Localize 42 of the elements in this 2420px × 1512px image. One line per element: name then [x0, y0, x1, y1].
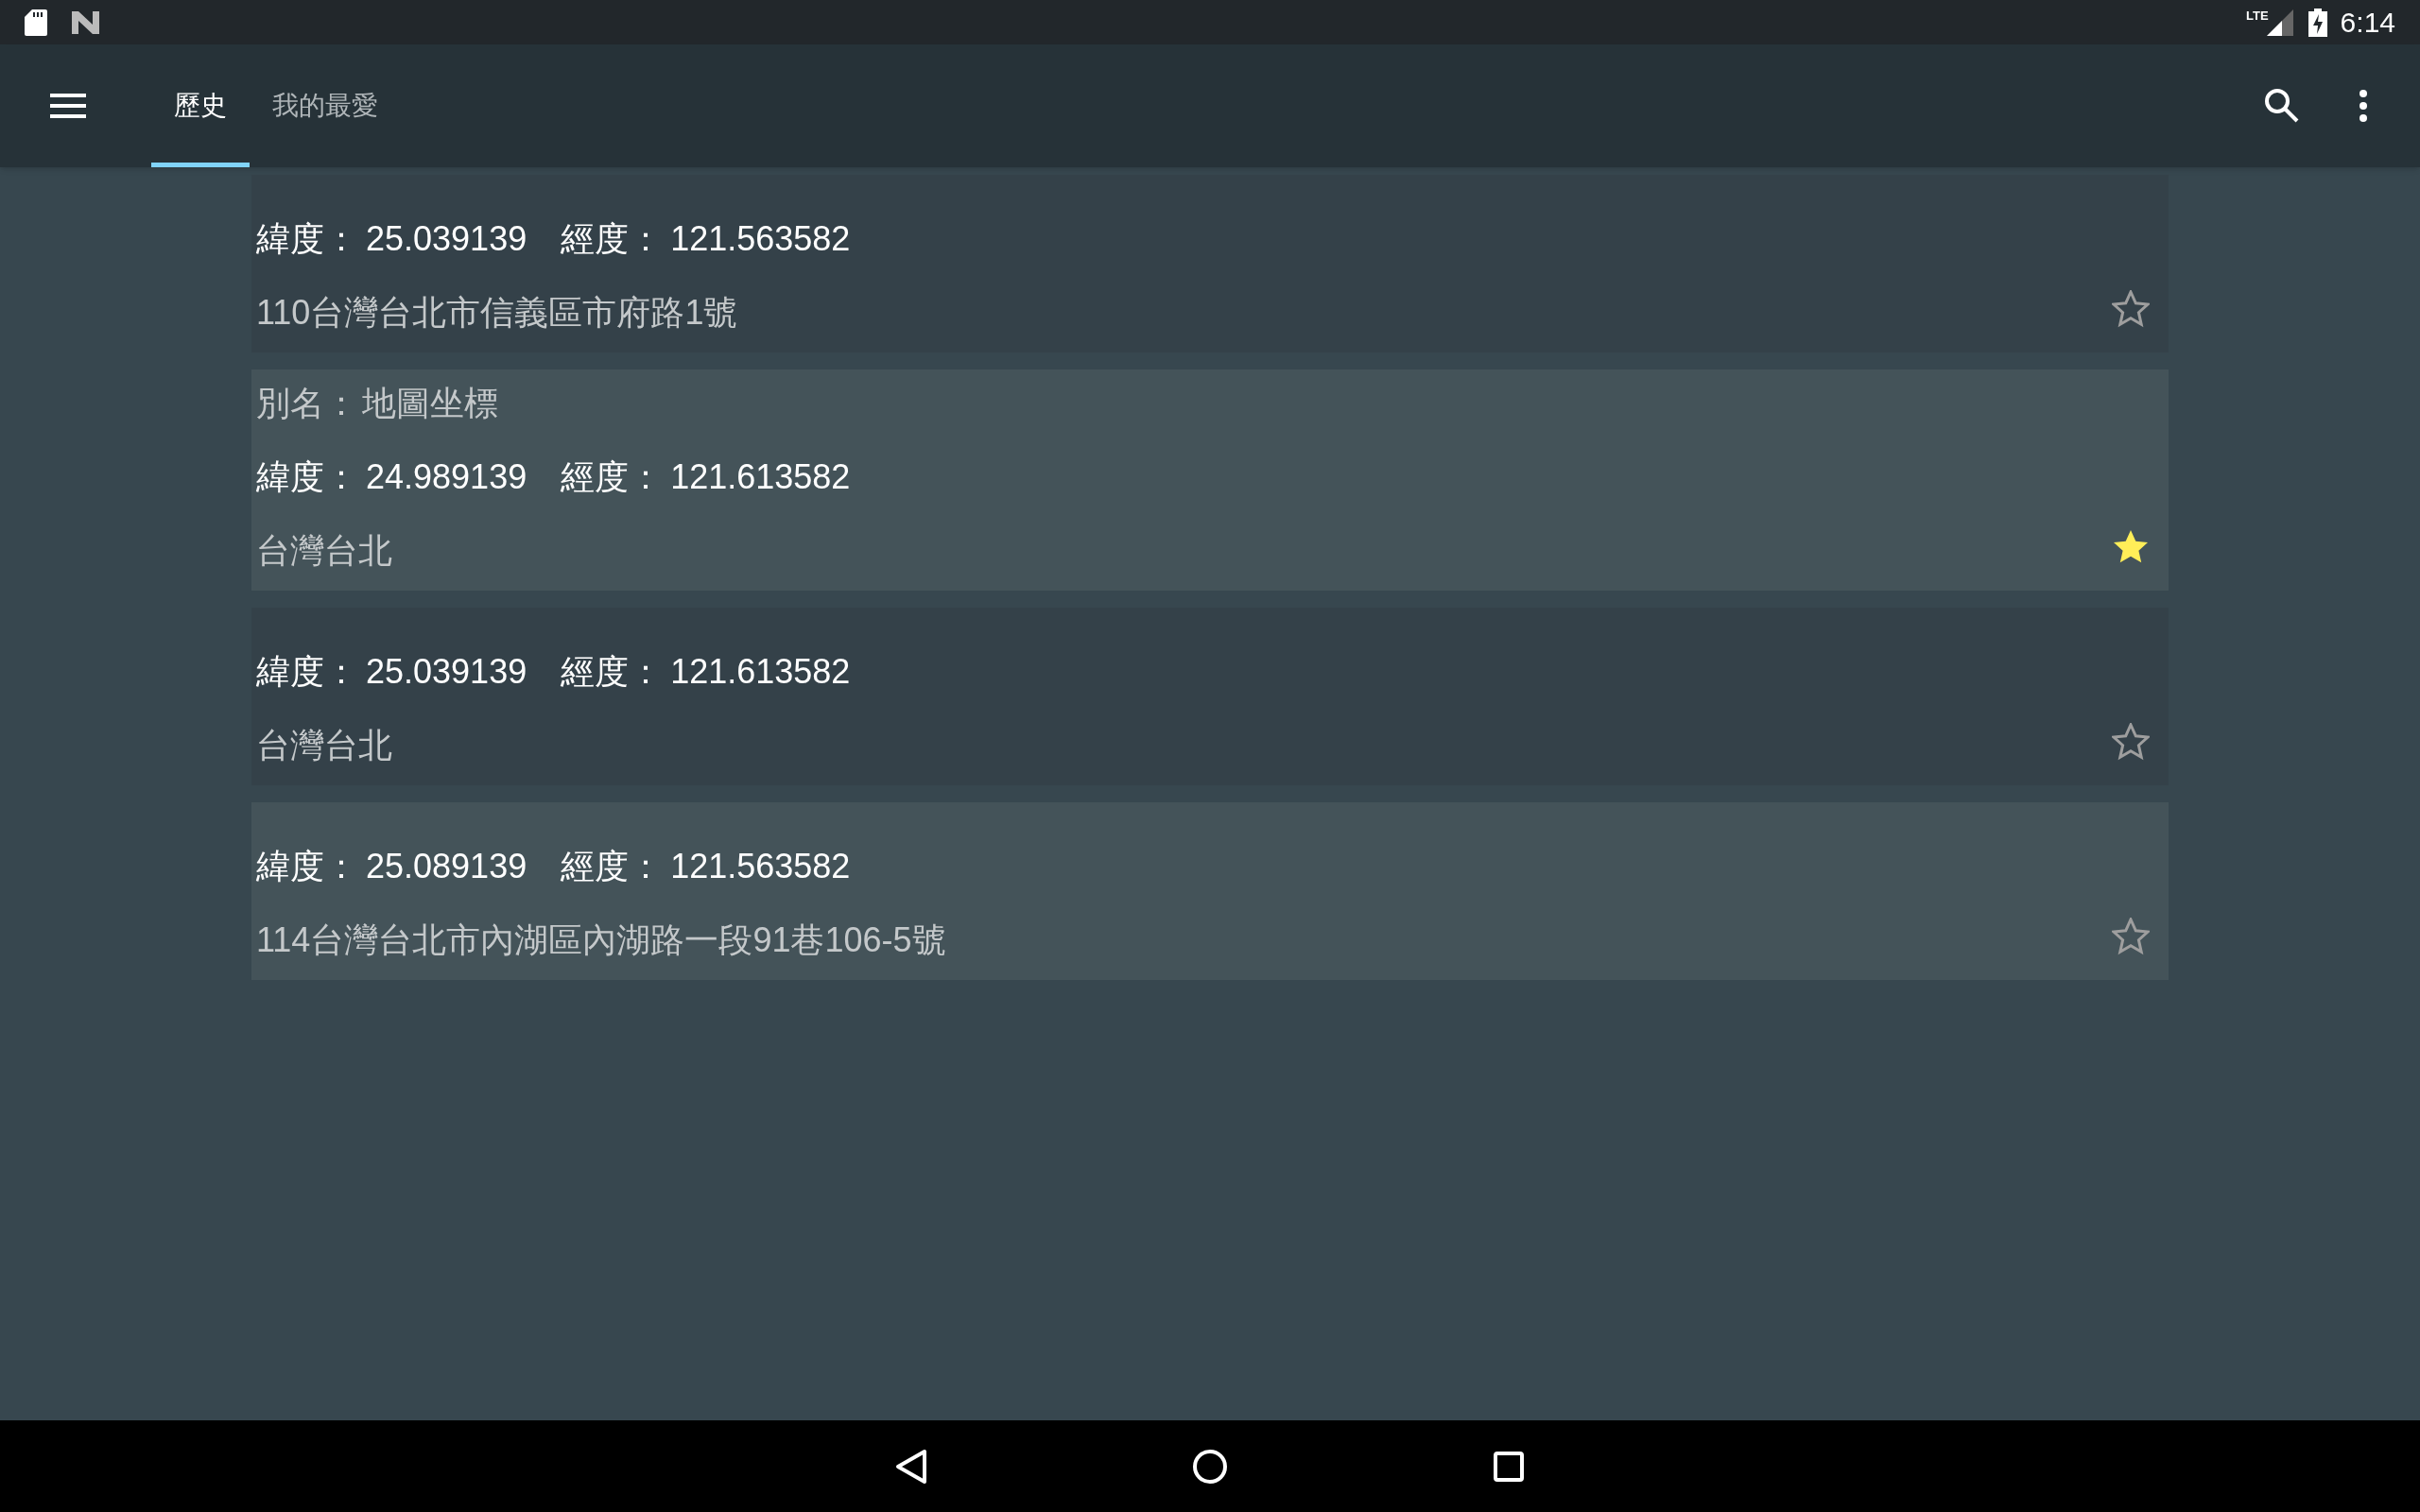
history-card[interactable]: 別名：地圖坐標 緯度： 24.989139 經度： 121.613582 台灣台北	[251, 369, 2169, 591]
longitude-value: 121.613582	[670, 655, 851, 689]
address-text: 110台灣台北市信義區市府路1號	[256, 296, 738, 330]
longitude-label: 經度：	[561, 850, 664, 884]
recents-icon[interactable]	[1493, 1450, 1525, 1483]
back-icon[interactable]	[895, 1448, 927, 1485]
latitude-value: 25.089139	[366, 850, 527, 884]
sd-card-icon	[25, 9, 47, 36]
latitude-label: 緯度：	[256, 655, 358, 689]
history-card[interactable]: 緯度： 25.089139 經度： 121.563582 114台灣台北市內湖區內湖路一段91巷106-5號	[251, 802, 2169, 980]
longitude-value: 121.563582	[670, 850, 851, 884]
alias-label: 別名：	[256, 387, 358, 421]
star-outline-icon[interactable]	[2112, 723, 2150, 761]
latitude-value: 25.039139	[366, 655, 527, 689]
longitude-label: 經度：	[561, 222, 664, 256]
n-logo-icon	[72, 10, 99, 34]
menu-icon[interactable]	[50, 94, 86, 118]
longitude-value: 121.563582	[670, 222, 851, 256]
tab[interactable]: 我的最愛	[250, 44, 401, 167]
history-card[interactable]: 緯度： 25.039139 經度： 121.563582 110台灣台北市信義區市府路1號	[251, 175, 2169, 352]
more-options-icon[interactable]	[2359, 89, 2368, 123]
tab[interactable]: 歷史	[151, 44, 250, 167]
star-outline-icon[interactable]	[2112, 290, 2150, 328]
latitude-label: 緯度：	[256, 222, 358, 256]
address-text: 台灣台北	[256, 534, 392, 568]
battery-charging-icon	[2308, 8, 2327, 37]
history-card[interactable]: 緯度： 25.039139 經度： 121.613582 台灣台北	[251, 608, 2169, 785]
star-outline-icon[interactable]	[2112, 918, 2150, 955]
latitude-label: 緯度：	[256, 850, 358, 884]
home-icon[interactable]	[1192, 1448, 1228, 1485]
address-text: 114台灣台北市內湖區內湖路一段91巷106-5號	[256, 923, 946, 957]
latitude-label: 緯度：	[256, 460, 358, 494]
longitude-label: 經度：	[561, 655, 664, 689]
alias-text: 地圖坐標	[362, 387, 498, 421]
network-type-text: LTE	[2246, 9, 2269, 22]
latitude-value: 25.039139	[366, 222, 527, 256]
clock-text: 6:14	[2340, 8, 2395, 37]
address-text: 台灣台北	[256, 729, 392, 763]
search-icon[interactable]	[2263, 87, 2301, 125]
longitude-label: 經度：	[561, 460, 664, 494]
longitude-value: 121.613582	[670, 460, 851, 494]
latitude-value: 24.989139	[366, 460, 527, 494]
